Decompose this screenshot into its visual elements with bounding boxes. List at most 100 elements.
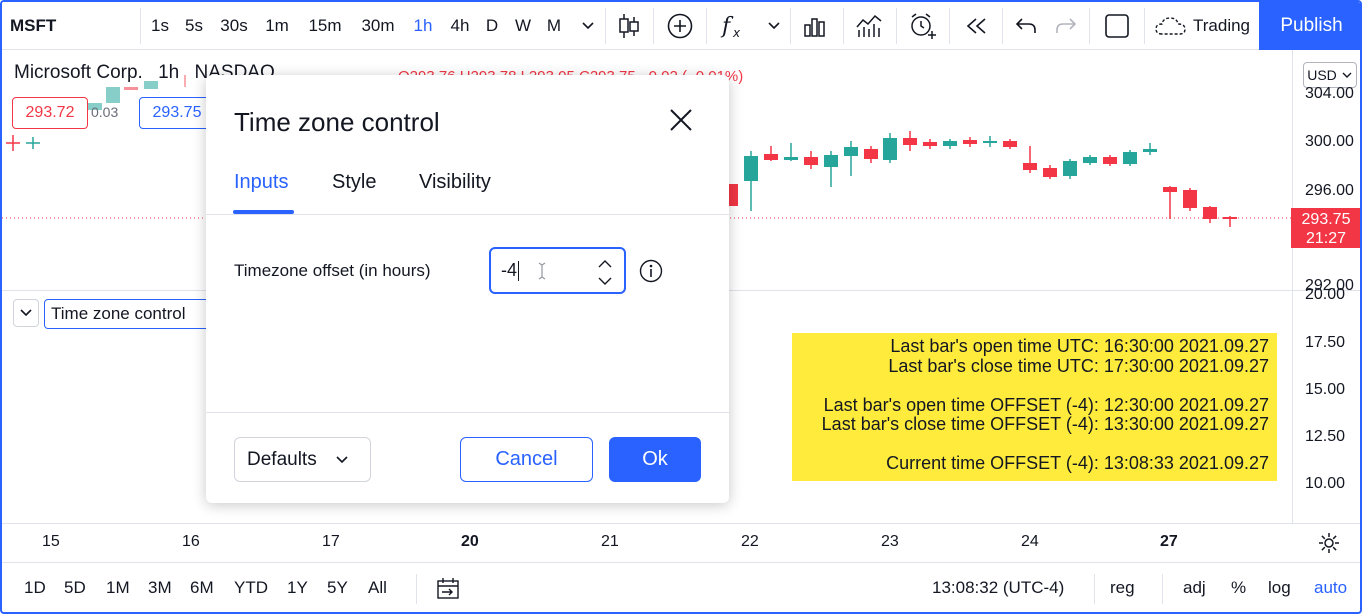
settings-button[interactable] (1318, 532, 1340, 559)
intervals-dropdown[interactable] (576, 2, 600, 50)
financials-button[interactable] (800, 2, 830, 50)
interval-15m[interactable]: 15m (305, 2, 345, 50)
chevron-up-icon (598, 260, 612, 268)
tab-visibility[interactable]: Visibility (419, 171, 491, 194)
trading-label: Trading (1193, 16, 1251, 35)
tab-inputs[interactable]: Inputs (234, 171, 288, 194)
indicator-collapse-button[interactable] (13, 299, 39, 327)
square-icon (1105, 14, 1129, 38)
info-button[interactable] (639, 259, 663, 283)
redo-button[interactable] (1052, 2, 1080, 50)
sell-price-button[interactable]: 293.72 (12, 97, 88, 129)
range-5y[interactable]: 5Y (327, 578, 348, 598)
defaults-label: Defaults (247, 448, 317, 470)
time-tick: 24 (1021, 533, 1039, 550)
bar-countdown: 21:27 (1305, 230, 1347, 247)
stepper-down[interactable] (597, 271, 613, 292)
adj-toggle[interactable]: adj (1183, 578, 1206, 598)
ok-button[interactable]: Ok (609, 437, 701, 482)
toolbar-divider (140, 8, 141, 44)
candles-icon (619, 14, 639, 38)
interval-m[interactable]: M (545, 2, 563, 50)
range-1y[interactable]: 1Y (287, 578, 308, 598)
indicator-legend-title[interactable]: Time zone control (44, 299, 214, 329)
time-axis-border (2, 523, 1360, 524)
interval-4h[interactable]: 4h (448, 2, 472, 50)
chevron-down-icon (1342, 72, 1352, 78)
compare-button[interactable] (664, 2, 696, 50)
indicator-axis-tick: 10.00 (1305, 475, 1346, 492)
range-all[interactable]: All (368, 578, 387, 598)
tab-style[interactable]: Style (332, 171, 376, 194)
range-5d[interactable]: 5D (64, 578, 86, 598)
price-tick: 304.00 (1305, 85, 1354, 102)
strategy-button[interactable] (854, 2, 884, 50)
indicators-button[interactable]: fx (718, 2, 750, 50)
toolbar-divider (605, 8, 606, 44)
go-to-date-button[interactable] (435, 577, 461, 606)
time-tick: 16 (182, 533, 200, 550)
layout-button[interactable] (1101, 2, 1133, 50)
alert-button[interactable] (906, 2, 940, 50)
time-tick: 17 (322, 533, 340, 550)
interval-1m[interactable]: 1m (263, 2, 291, 50)
auto-toggle[interactable]: auto (1314, 578, 1347, 598)
session-toggle[interactable]: reg (1110, 578, 1135, 598)
dialog-divider (206, 214, 729, 215)
interval-1s[interactable]: 1s (150, 2, 170, 50)
interval-w[interactable]: W (513, 2, 533, 50)
text-cursor (518, 260, 520, 281)
percent-toggle[interactable]: % (1231, 578, 1246, 598)
time-tick: 20 (461, 533, 479, 550)
toolbar-divider (1002, 8, 1003, 44)
chevron-down-icon (336, 455, 348, 463)
svg-text:x: x (732, 26, 741, 40)
toolbar-divider (843, 8, 844, 44)
log-toggle[interactable]: log (1268, 578, 1291, 598)
range-1d[interactable]: 1D (24, 578, 46, 598)
spread-value: 0.03 (91, 104, 119, 120)
interval-5s[interactable]: 5s (183, 2, 205, 50)
toolbar-divider (1144, 8, 1145, 44)
close-button[interactable] (666, 105, 696, 135)
price-axis-border (1292, 50, 1293, 523)
timezone-offset-value: -4 (501, 260, 518, 280)
indicator-axis-tick: 12.50 (1305, 428, 1346, 445)
symbol-search[interactable]: MSFT (10, 2, 80, 50)
buy-price-button[interactable]: 293.75 (139, 97, 215, 129)
timezone-offset-input[interactable]: -4 (489, 247, 626, 294)
rewind-icon (966, 18, 986, 34)
redo-icon (1056, 18, 1077, 33)
interval-30s[interactable]: 30s (219, 2, 249, 50)
indicator-axis-tick: 17.50 (1305, 334, 1346, 351)
time-tick: 23 (881, 533, 899, 550)
legend-interval: 1h (158, 62, 180, 83)
timezone-clock[interactable]: 13:08:32 (UTC-4) (932, 578, 1064, 598)
calendar-arrow-icon (437, 578, 459, 599)
defaults-dropdown[interactable]: Defaults (234, 437, 371, 482)
time-tick: 15 (42, 533, 60, 550)
undo-button[interactable] (1012, 2, 1040, 50)
range-1m[interactable]: 1M (106, 578, 130, 598)
cancel-button[interactable]: Cancel (460, 437, 593, 482)
time-tick: 21 (601, 533, 619, 550)
publish-button[interactable]: Publish (1259, 2, 1360, 50)
range-ytd[interactable]: YTD (234, 578, 268, 598)
interval-d[interactable]: D (484, 2, 500, 50)
chart-window: MSFT 1s 5s 30s 1m 15m 30m 1h 4h D W M fx (0, 0, 1362, 614)
bottom-divider (1162, 574, 1163, 604)
trading-button[interactable]: Trading (1154, 2, 1258, 50)
cloud-icon (1155, 17, 1186, 35)
chart-type-button[interactable] (614, 2, 644, 50)
indicators-dropdown[interactable] (762, 2, 786, 50)
range-3m[interactable]: 3M (148, 578, 172, 598)
toolbar-divider (1089, 8, 1090, 44)
time-tick: 22 (741, 533, 759, 550)
bar-chart-icon (804, 18, 825, 37)
price-tick: 296.00 (1305, 182, 1354, 199)
range-6m[interactable]: 6M (190, 578, 214, 598)
interval-30m[interactable]: 30m (358, 2, 398, 50)
replay-button[interactable] (961, 2, 993, 50)
chevron-down-icon (20, 309, 32, 317)
interval-1h[interactable]: 1h (411, 2, 435, 50)
